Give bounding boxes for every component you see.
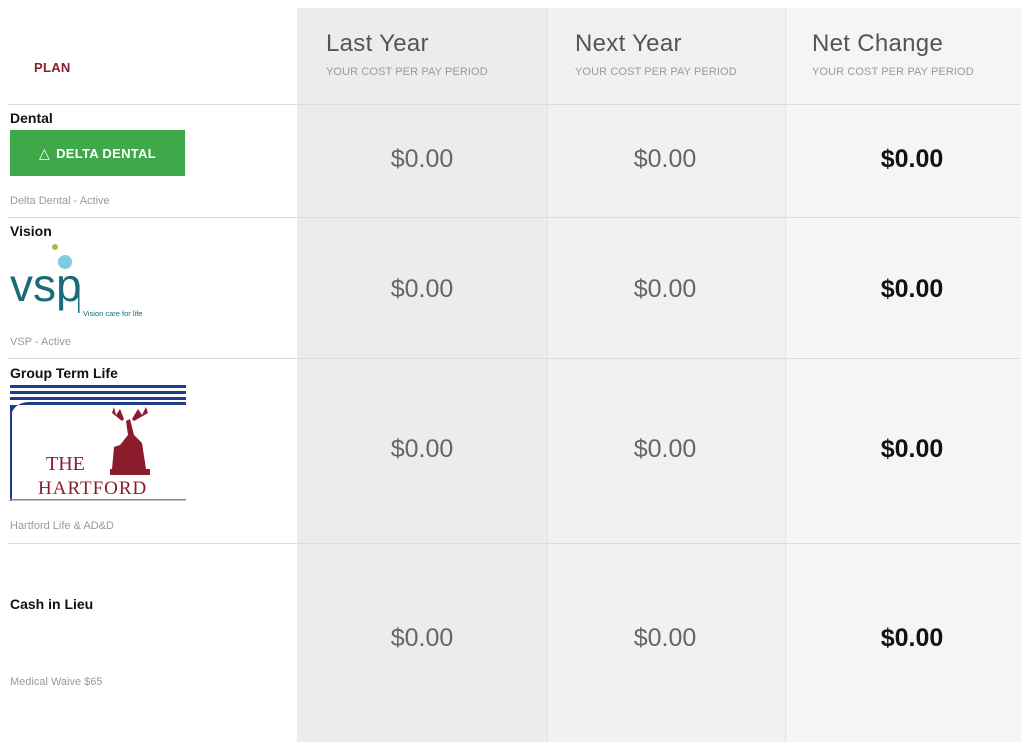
- last-year-cost: $0.00: [390, 624, 454, 652]
- hartford-logo-line2: HARTFORD: [38, 478, 147, 499]
- hartford-logo-line1: THE: [46, 453, 85, 475]
- hartford-logo: THE HARTFORD: [10, 385, 186, 501]
- net-change-cost: $0.00: [880, 275, 944, 303]
- delta-dental-logo: △ DELTA DENTAL: [10, 130, 185, 176]
- plan-row-group-term-life: Group Term Life THE HARTFORD Hartford Li…: [0, 359, 1021, 543]
- net-change-cost: $0.00: [880, 145, 944, 173]
- next-year-subtitle: YOUR COST PER PAY PERIOD: [575, 66, 737, 78]
- delta-triangle-icon: △: [39, 144, 51, 161]
- last-year-subtitle: YOUR COST PER PAY PERIOD: [326, 66, 488, 78]
- plan-status: Medical Waive $65: [10, 676, 103, 688]
- plan-status: VSP - Active: [10, 336, 71, 348]
- net-change-subtitle: YOUR COST PER PAY PERIOD: [812, 66, 974, 78]
- plan-row-dental: Dental △ DELTA DENTAL Delta Dental - Act…: [0, 105, 1021, 217]
- vsp-logo: vsp Vision care for life: [10, 243, 185, 323]
- last-year-cost: $0.00: [390, 145, 454, 173]
- plan-row-vision: Vision vsp Vision care for life VSP - Ac…: [0, 218, 1021, 358]
- vsp-logo-text: vsp: [10, 259, 82, 311]
- plan-title: Dental: [10, 110, 53, 126]
- last-year-cost: $0.00: [390, 275, 454, 303]
- next-year-cost: $0.00: [633, 145, 697, 173]
- plan-title: Vision: [10, 223, 52, 239]
- next-year-header: Next Year YOUR COST PER PAY PERIOD: [575, 30, 737, 78]
- plan-title: Cash in Lieu: [10, 596, 94, 612]
- next-year-title: Next Year: [575, 30, 682, 57]
- net-change-cost: $0.00: [880, 435, 944, 463]
- net-change-cost: $0.00: [880, 624, 944, 652]
- net-change-header: Net Change YOUR COST PER PAY PERIOD: [812, 30, 974, 78]
- hartford-logo-graphic: THE HARTFORD: [10, 385, 186, 501]
- next-year-cost: $0.00: [633, 435, 697, 463]
- plan-status: Hartford Life & AD&D: [10, 520, 114, 532]
- vsp-tagline: Vision care for life: [83, 309, 142, 318]
- next-year-cost: $0.00: [633, 624, 697, 652]
- last-year-title: Last Year: [326, 30, 429, 57]
- plan-column-header: PLAN: [34, 60, 71, 75]
- last-year-cost: $0.00: [390, 435, 454, 463]
- delta-dental-logo-text: DELTA DENTAL: [56, 145, 156, 161]
- last-year-header: Last Year YOUR COST PER PAY PERIOD: [326, 30, 488, 78]
- net-change-title: Net Change: [812, 30, 944, 57]
- vsp-logo-graphic: vsp Vision care for life: [10, 244, 142, 318]
- plan-title: Group Term Life: [10, 365, 118, 381]
- next-year-cost: $0.00: [633, 275, 697, 303]
- plan-status: Delta Dental - Active: [10, 195, 110, 207]
- plan-row-cash-in-lieu: Cash in Lieu Medical Waive $65 $0.00 $0.…: [0, 544, 1021, 742]
